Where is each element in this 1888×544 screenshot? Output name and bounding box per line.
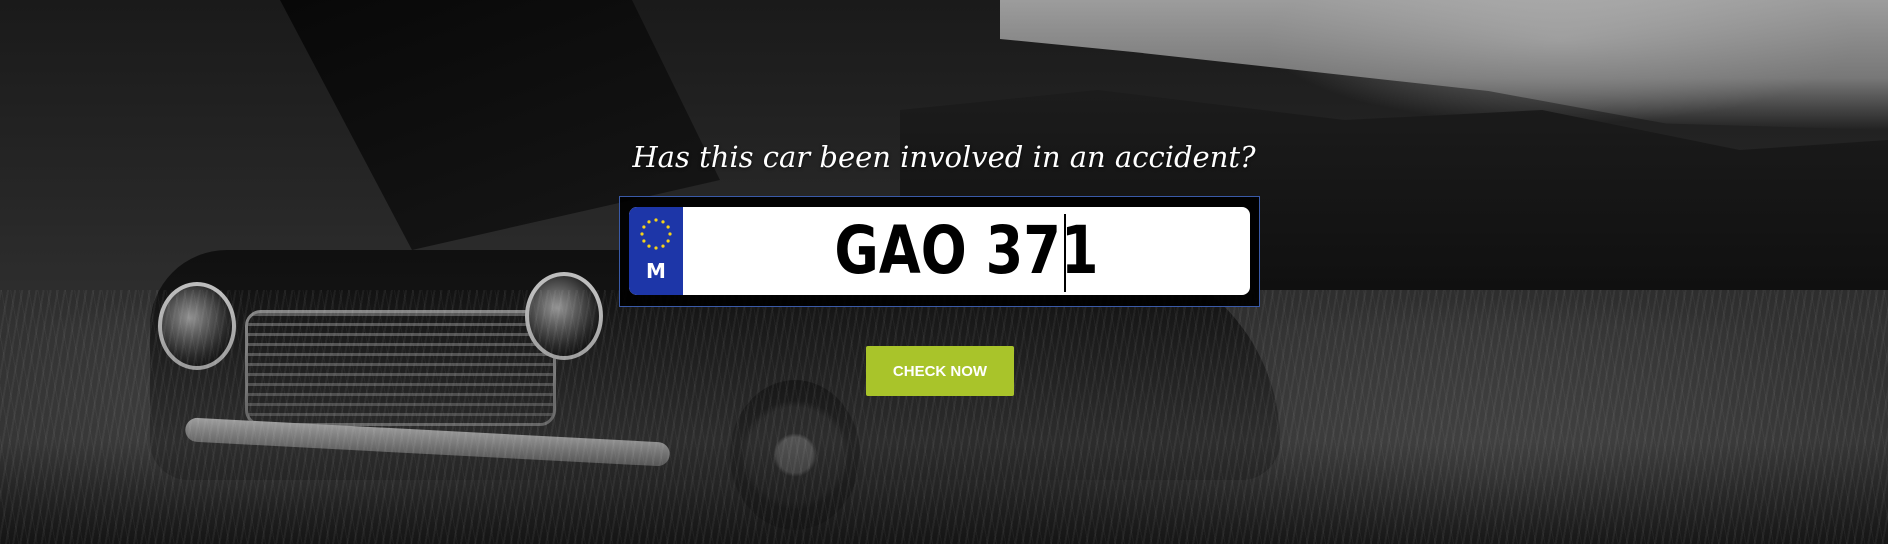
plate-country-code: M <box>646 259 666 283</box>
check-now-button[interactable]: CHECK NOW <box>866 346 1014 396</box>
registration-input[interactable] <box>734 207 1199 295</box>
hero-section: Has this car been involved in an acciden… <box>0 0 1888 544</box>
hero-content: Has this car been involved in an acciden… <box>0 0 1888 544</box>
number-plate: M <box>629 207 1250 295</box>
text-caret <box>1064 214 1066 292</box>
plate-input-frame: M <box>619 196 1260 307</box>
eu-stars-icon <box>640 218 672 250</box>
hero-question: Has this car been involved in an acciden… <box>632 140 1256 174</box>
plate-country-strip: M <box>629 207 683 295</box>
